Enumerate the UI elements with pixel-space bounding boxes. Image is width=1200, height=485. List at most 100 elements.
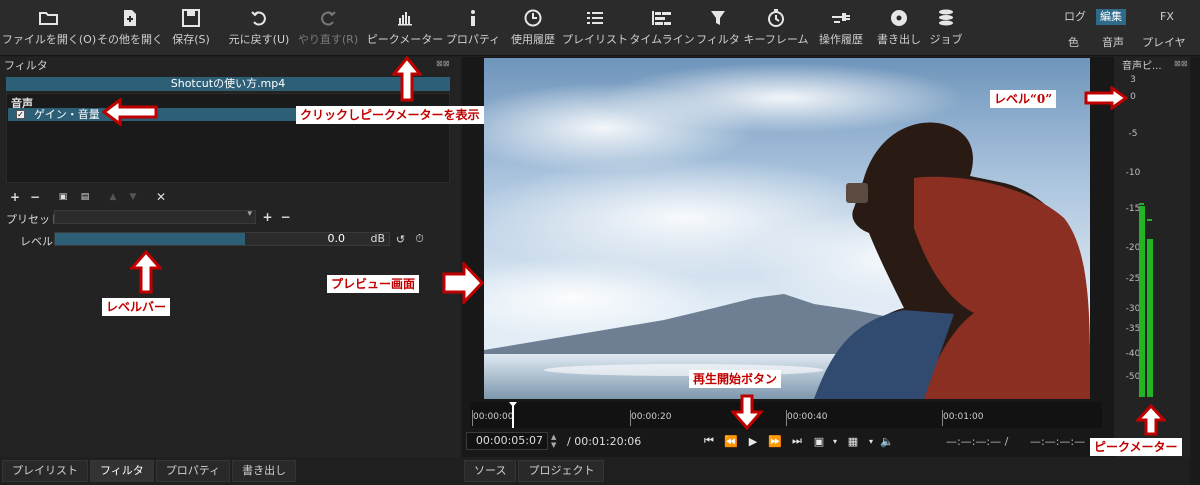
ruler-tick-label: 00:00:40 <box>787 412 828 422</box>
clip-name-bar: Shotcutの使い方.mp4 <box>6 77 450 91</box>
out-point-timecode: —:—:—:— <box>1030 435 1086 448</box>
skip-to-end-button[interactable]: ⏭ <box>790 433 804 449</box>
meter-bar-right <box>1147 239 1153 397</box>
redo-button[interactable]: やり直す(R) <box>298 6 358 52</box>
arrow-left-icon <box>102 98 158 126</box>
peak-meter-button[interactable]: ピークメーター <box>367 6 443 52</box>
ruler-tick-label: 00:01:00 <box>943 412 984 422</box>
dock-float-close-icon[interactable]: ⊠⊠ <box>1174 59 1187 68</box>
current-timecode-field[interactable]: 00:00:05:07 <box>466 432 548 450</box>
left-bottom-tabs: プレイリスト フィルタ プロパティ 書き出し <box>2 460 298 485</box>
arrow-right-icon <box>442 262 484 304</box>
history-button[interactable]: 操作履歴 <box>814 6 868 52</box>
tab-properties[interactable]: プロパティ <box>155 460 231 482</box>
peak-meter-panel: 音声ピ... ⊠⊠ 3 0 -5 -10 -15 -20 -25 -30 -35… <box>1114 57 1190 457</box>
save-button[interactable]: 保存(S) <box>168 6 214 52</box>
timeline-button[interactable]: タイムライン <box>629 6 695 52</box>
layout-tab-audio[interactable]: 音声 <box>1098 35 1128 51</box>
video-preview[interactable] <box>484 58 1090 399</box>
jobs-button[interactable]: ジョブ <box>928 6 964 52</box>
meter-scale-label: -5 <box>1128 129 1138 139</box>
timecode-spinner-icon[interactable]: ▲ ▼ <box>551 433 556 449</box>
right-edge-scrollbar[interactable] <box>1190 57 1200 485</box>
layout-tab-color[interactable]: 色 <box>1064 35 1083 51</box>
level-value[interactable]: 0.0 <box>328 233 346 245</box>
redo-icon <box>316 6 340 30</box>
undo-button[interactable]: 元に戻す(U) <box>228 6 290 52</box>
skip-to-start-button[interactable]: ⏮ <box>702 433 716 449</box>
zoom-icon[interactable]: ▣ <box>812 433 826 449</box>
file-add-icon <box>118 6 142 30</box>
tab-source[interactable]: ソース <box>464 460 517 482</box>
tab-export[interactable]: 書き出し <box>232 460 297 482</box>
playlist-button[interactable]: プレイリスト <box>562 6 628 52</box>
fast-forward-button[interactable]: ⏩ <box>768 433 782 449</box>
arrow-right-icon <box>1084 86 1128 110</box>
filters-button[interactable]: フィルタ <box>696 6 740 52</box>
callout-peak-meter-button: クリックしピークメーターを表示 <box>296 106 484 124</box>
callout-level-zero: レベル“0” <box>990 90 1057 108</box>
info-icon <box>461 6 485 30</box>
deselect-filter-button[interactable]: ✕ <box>154 190 168 204</box>
open-file-button[interactable]: ファイルを開く(O) <box>2 6 96 52</box>
meter-peak-hold-left <box>1139 203 1144 205</box>
keyframes-button[interactable]: キーフレーム <box>744 6 809 52</box>
clock-icon <box>521 6 545 30</box>
play-button[interactable]: ▶ <box>746 433 760 449</box>
delete-preset-button[interactable]: − <box>279 210 292 224</box>
level-slider[interactable]: 0.0 dB <box>54 232 390 246</box>
remove-filter-button[interactable]: − <box>28 190 42 204</box>
keyframe-stopwatch-icon[interactable]: ⏱ <box>413 232 426 246</box>
timeline-ruler[interactable]: 00:00:00 00:00:20 00:00:40 00:01:00 <box>470 402 1102 428</box>
preset-dropdown[interactable]: ▾ <box>54 209 256 224</box>
jobs-icon <box>934 6 958 30</box>
properties-button[interactable]: プロパティ <box>446 6 500 52</box>
dock-float-close-icon[interactable]: ⊠⊠ <box>436 59 449 68</box>
history-icon <box>829 6 853 30</box>
timeline-icon <box>650 6 674 30</box>
zoom-dropdown-chevron-icon[interactable]: ▾ <box>828 433 842 449</box>
tab-playlist[interactable]: プレイリスト <box>2 460 88 482</box>
peak-meter-icon <box>393 6 417 30</box>
list-icon <box>583 6 607 30</box>
add-filter-button[interactable]: + <box>8 190 22 204</box>
in-point-timecode: —:—:—:— / <box>946 435 1009 448</box>
arrow-up-icon <box>130 250 162 294</box>
folder-open-icon <box>37 6 61 30</box>
export-button[interactable]: 書き出し <box>874 6 924 52</box>
paste-filter-button[interactable]: ▤ <box>78 190 92 204</box>
level-label: レベル <box>20 235 53 248</box>
ruler-tick-label: 00:00:20 <box>631 412 672 422</box>
copy-filter-button[interactable]: ▣ <box>56 190 70 204</box>
arrow-down-icon <box>731 394 763 430</box>
meter-bar-left <box>1139 206 1145 397</box>
filter-enable-checkbox[interactable]: ✓ <box>16 110 25 119</box>
layout-tab-log[interactable]: ログ <box>1060 9 1090 25</box>
callout-preview: プレビュー画面 <box>327 275 420 293</box>
rewind-button[interactable]: ⏪ <box>724 433 738 449</box>
undo-icon <box>247 6 271 30</box>
save-preset-button[interactable]: + <box>261 210 274 224</box>
video-frame-image <box>484 58 1090 399</box>
layout-tab-fx[interactable]: FX <box>1156 9 1178 25</box>
meter-scale-label: 3 <box>1130 75 1136 85</box>
volume-icon[interactable]: 🔈 <box>880 433 894 449</box>
tab-project[interactable]: プロジェクト <box>518 460 605 482</box>
move-up-button[interactable]: ▲ <box>106 190 120 204</box>
recent-button[interactable]: 使用履歴 <box>506 6 560 52</box>
total-duration: / 00:01:20:06 <box>567 435 642 448</box>
reset-icon[interactable]: ↺ <box>394 232 407 246</box>
main-toolbar: ファイルを開く(O) その他を開く 保存(S) 元に戻す(U) やり直す(R) … <box>0 0 1200 65</box>
filter-item-label: ゲイン・音量 <box>34 108 100 121</box>
open-other-button[interactable]: その他を開く <box>94 6 166 52</box>
filter-icon <box>706 6 730 30</box>
layout-tab-edit[interactable]: 編集 <box>1096 9 1126 25</box>
meter-peak-hold-right <box>1147 219 1152 221</box>
move-down-button[interactable]: ▼ <box>126 190 140 204</box>
playhead-marker[interactable] <box>508 402 518 428</box>
grid-dropdown-chevron-icon[interactable]: ▾ <box>864 433 878 449</box>
level-unit: dB <box>370 232 385 245</box>
arrow-up-icon <box>392 56 422 102</box>
grid-icon[interactable]: ▦ <box>846 433 860 449</box>
tab-filters[interactable]: フィルタ <box>90 460 154 482</box>
